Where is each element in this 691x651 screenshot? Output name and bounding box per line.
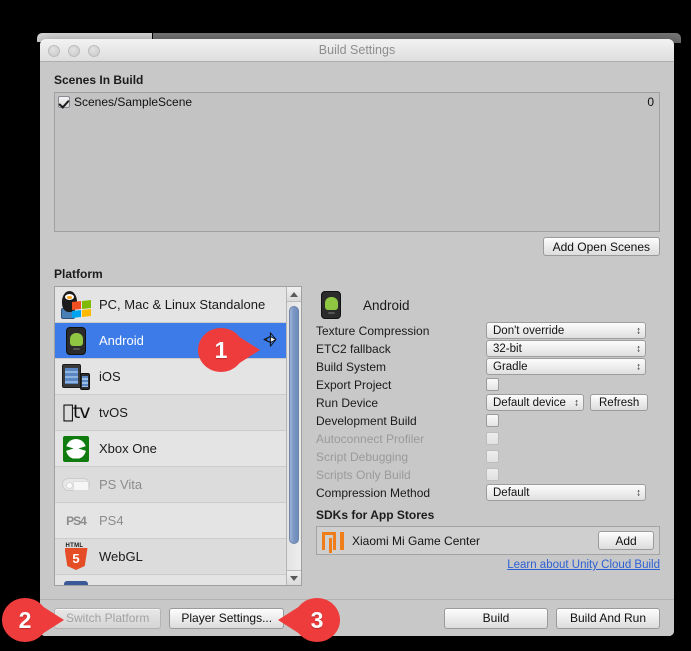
- development-build-checkbox[interactable]: [486, 414, 499, 427]
- setting-label: Script Debugging: [316, 449, 409, 464]
- sidebar-item-facebook[interactable]: Facebook: [55, 575, 286, 586]
- cloud-build-link-row: Learn about Unity Cloud Build: [316, 559, 660, 571]
- platform-label-xbox-one: Xbox One: [99, 441, 157, 456]
- setting-label: Texture Compression: [316, 323, 430, 338]
- add-sdk-button[interactable]: Add: [598, 531, 654, 550]
- platform-list[interactable]: PC, Mac & Linux Standalone Android iOS t…: [54, 286, 302, 586]
- setting-texture-compression: Texture Compression Don't override: [316, 322, 660, 339]
- scene-row[interactable]: Scenes/SampleScene 0: [55, 93, 659, 111]
- setting-label: ETC2 fallback: [316, 341, 391, 356]
- html5-icon: HTML: [61, 542, 91, 572]
- setting-label: Autoconnect Profiler: [316, 431, 425, 446]
- setting-label: Development Build: [316, 413, 417, 428]
- setting-script-debugging: Script Debugging: [316, 448, 660, 465]
- scripts-only-build-checkbox: [486, 468, 499, 481]
- setting-etc2-fallback: ETC2 fallback 32-bit: [316, 340, 660, 357]
- scrollbar-thumb[interactable]: [289, 306, 299, 544]
- selected-platform-header: Android: [316, 288, 660, 322]
- sidebar-item-ps4[interactable]: PS4 PS4: [55, 503, 286, 539]
- player-settings-button[interactable]: Player Settings...: [169, 607, 285, 629]
- scene-index: 0: [647, 95, 654, 109]
- platform-label-ios: iOS: [99, 369, 121, 384]
- unity-platform-mark: [261, 330, 279, 351]
- platform-list-scrollbar[interactable]: [286, 287, 301, 585]
- setting-scripts-only-build: Scripts Only Build: [316, 466, 660, 483]
- platform-label-ps-vita: PS Vita: [99, 477, 143, 492]
- callout-3-number: 3: [294, 598, 340, 642]
- setting-export-project: Export Project: [316, 376, 660, 393]
- psvita-icon: [61, 470, 91, 500]
- learn-about-unity-cloud-build-link[interactable]: Learn about Unity Cloud Build: [507, 559, 660, 571]
- export-project-checkbox[interactable]: [486, 378, 499, 391]
- scenes-in-build-label: Scenes In Build: [54, 73, 144, 87]
- setting-compression-method: Compression Method Default: [316, 484, 660, 501]
- compression-method-select[interactable]: Default: [486, 484, 646, 501]
- scenes-in-build-list[interactable]: Scenes/SampleScene 0: [54, 92, 660, 232]
- run-device-select[interactable]: Default device: [486, 394, 584, 411]
- xbox-icon: [61, 434, 91, 464]
- setting-run-device: Run Device Default device Refresh: [316, 394, 660, 411]
- setting-label: Compression Method: [316, 485, 431, 500]
- platform-label-android: Android: [99, 333, 144, 348]
- sidebar-item-tvos[interactable]: tv tvOS: [55, 395, 286, 431]
- ps4-icon: PS4: [66, 513, 87, 528]
- scene-name: Scenes/SampleScene: [74, 95, 193, 109]
- build-settings-window: Build Settings Scenes In Build Scenes/Sa…: [40, 39, 674, 636]
- sdk-entry-name: Xiaomi Mi Game Center: [352, 533, 481, 548]
- scroll-up-arrow-icon[interactable]: [287, 287, 301, 302]
- window-content: Scenes In Build Scenes/SampleScene 0 Add…: [40, 73, 674, 636]
- window-titlebar: Build Settings: [40, 39, 674, 62]
- xiaomi-mi-icon: [322, 531, 344, 553]
- sdks-for-app-stores-label: SDKs for App Stores: [316, 508, 435, 522]
- setting-label: Scripts Only Build: [316, 467, 411, 482]
- setting-label: Build System: [316, 359, 387, 374]
- setting-build-system: Build System Gradle: [316, 358, 660, 375]
- platform-label: Platform: [54, 267, 103, 281]
- window-footer: Switch Platform Player Settings... Build…: [40, 599, 674, 636]
- build-button[interactable]: Build: [444, 607, 548, 629]
- build-system-select[interactable]: Gradle: [486, 358, 646, 375]
- callout-1-pointer-icon: [238, 336, 260, 364]
- sidebar-item-webgl[interactable]: HTML WebGL: [55, 539, 286, 575]
- setting-label: Run Device: [316, 395, 379, 410]
- platform-label-ps4: PS4: [99, 513, 124, 528]
- setting-development-build: Development Build: [316, 412, 660, 429]
- callout-2-pointer-icon: [42, 606, 64, 634]
- sidebar-item-standalone[interactable]: PC, Mac & Linux Standalone: [55, 287, 286, 323]
- android-icon: [61, 326, 91, 356]
- sdk-entry-row: Xiaomi Mi Game Center Add: [316, 526, 660, 555]
- platform-label-standalone: PC, Mac & Linux Standalone: [99, 297, 266, 312]
- callout-3: 3: [278, 598, 340, 642]
- callout-3-pointer-icon: [278, 606, 300, 634]
- autoconnect-profiler-checkbox: [486, 432, 499, 445]
- add-open-scenes-button[interactable]: Add Open Scenes: [542, 237, 660, 256]
- selected-platform-name: Android: [363, 297, 410, 313]
- tvos-icon: tv: [62, 401, 90, 423]
- callout-1: 1: [198, 328, 260, 372]
- ios-icon: [61, 362, 91, 392]
- facebook-icon: [61, 578, 91, 585]
- android-icon: [316, 290, 346, 320]
- etc2-fallback-select[interactable]: 32-bit: [486, 340, 646, 357]
- add-open-scenes-row: Add Open Scenes: [54, 237, 660, 256]
- platform-settings-panel: Android Texture Compression Don't overri…: [316, 286, 660, 586]
- script-debugging-checkbox: [486, 450, 499, 463]
- switch-platform-button[interactable]: Switch Platform: [54, 607, 162, 629]
- sidebar-item-ps-vita[interactable]: PS Vita: [55, 467, 286, 503]
- standalone-icon: [61, 290, 91, 320]
- refresh-button[interactable]: Refresh: [590, 394, 649, 411]
- scene-checkbox[interactable]: [58, 96, 70, 108]
- platform-label-tvos: tvOS: [99, 405, 128, 420]
- callout-2: 2: [2, 598, 64, 642]
- window-title: Build Settings: [318, 43, 396, 57]
- platform-label-facebook: Facebook: [99, 585, 156, 586]
- texture-compression-select[interactable]: Don't override: [486, 322, 646, 339]
- platform-label-webgl: WebGL: [99, 549, 143, 564]
- sidebar-item-xbox-one[interactable]: Xbox One: [55, 431, 286, 467]
- build-and-run-button[interactable]: Build And Run: [556, 607, 660, 629]
- setting-label: Export Project: [316, 377, 392, 392]
- setting-autoconnect-profiler: Autoconnect Profiler: [316, 430, 660, 447]
- platform-area: PC, Mac & Linux Standalone Android iOS t…: [54, 286, 660, 586]
- scroll-down-arrow-icon[interactable]: [287, 570, 301, 585]
